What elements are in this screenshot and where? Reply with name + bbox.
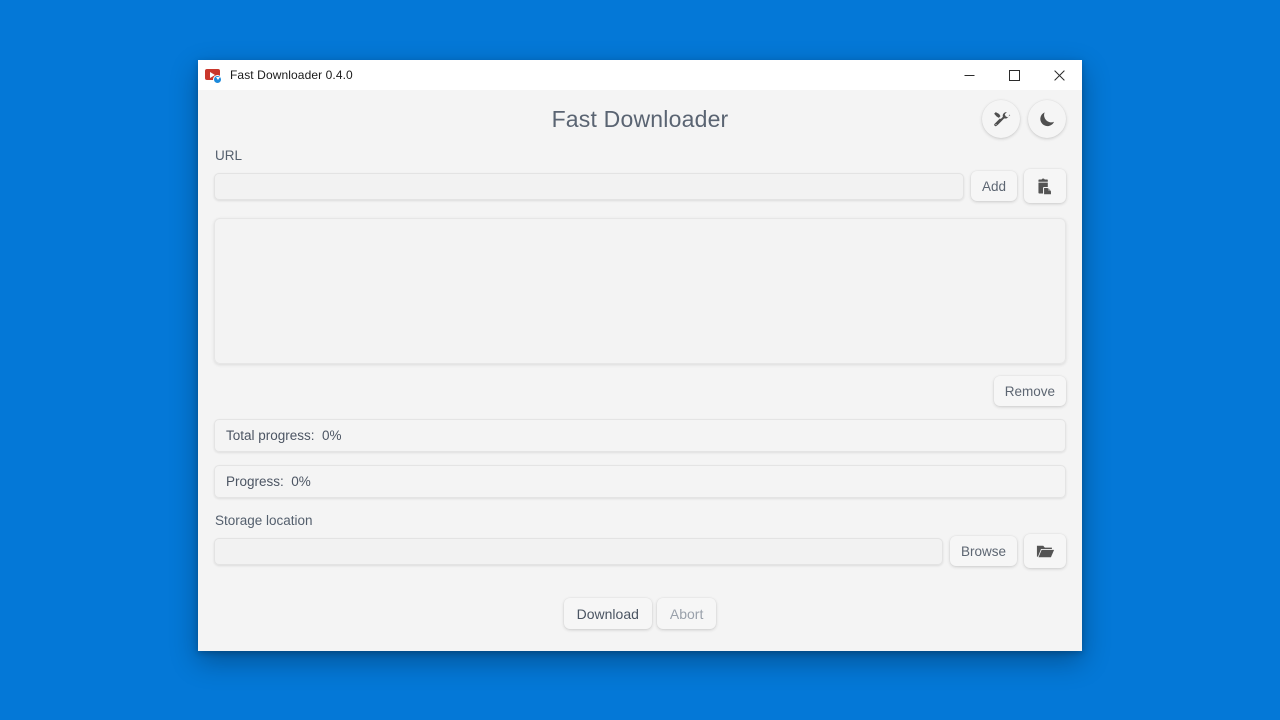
window-body: Fast Downloader URL Add Remove Total pro…	[198, 90, 1082, 651]
close-button[interactable]	[1037, 60, 1082, 90]
title-bar-left: Fast Downloader 0.4.0	[198, 67, 947, 84]
tools-icon	[991, 109, 1012, 130]
open-folder-button[interactable]	[1024, 534, 1066, 568]
minimize-icon	[964, 70, 975, 81]
window-controls	[947, 60, 1082, 90]
browse-button[interactable]: Browse	[949, 536, 1017, 566]
storage-section: Storage location Browse	[214, 513, 1066, 568]
window-title: Fast Downloader 0.4.0	[230, 68, 353, 82]
add-url-button[interactable]: Add	[970, 171, 1017, 201]
url-label: URL	[215, 148, 243, 163]
header-actions	[982, 100, 1066, 138]
bottom-actions: Download Abort	[214, 598, 1066, 629]
app-header: Fast Downloader	[214, 90, 1066, 148]
url-row: Add	[214, 169, 1066, 203]
close-icon	[1054, 69, 1065, 81]
total-progress-bar: Total progress: 0%	[214, 419, 1066, 452]
moon-icon	[1037, 109, 1057, 129]
storage-row: Browse	[214, 534, 1066, 568]
url-section: URL Add	[214, 148, 1066, 203]
storage-location-label: Storage location	[215, 513, 313, 528]
open-folder-icon	[1035, 541, 1056, 562]
dark-mode-toggle[interactable]	[1028, 100, 1066, 138]
abort-button[interactable]: Abort	[656, 598, 717, 629]
download-button[interactable]: Download	[563, 598, 652, 629]
remove-row: Remove	[214, 376, 1066, 406]
maximize-button[interactable]	[992, 60, 1037, 90]
paste-url-button[interactable]	[1024, 169, 1066, 203]
total-progress-label: Total progress: 0%	[226, 428, 342, 443]
download-list[interactable]	[214, 218, 1066, 364]
minimize-button[interactable]	[947, 60, 992, 90]
title-bar[interactable]: Fast Downloader 0.4.0	[198, 60, 1082, 90]
remove-button[interactable]: Remove	[993, 376, 1066, 406]
clipboard-paste-icon	[1036, 177, 1055, 196]
item-progress-bar: Progress: 0%	[214, 465, 1066, 498]
application-window: Fast Downloader 0.4.0 Fast Downloader UR…	[198, 60, 1082, 651]
maximize-icon	[1009, 69, 1020, 81]
url-input[interactable]	[214, 172, 964, 200]
item-progress-label: Progress: 0%	[226, 474, 311, 489]
page-title: Fast Downloader	[551, 105, 729, 132]
storage-location-input[interactable]	[214, 537, 943, 565]
settings-button[interactable]	[982, 100, 1020, 138]
video-download-icon	[205, 67, 222, 84]
